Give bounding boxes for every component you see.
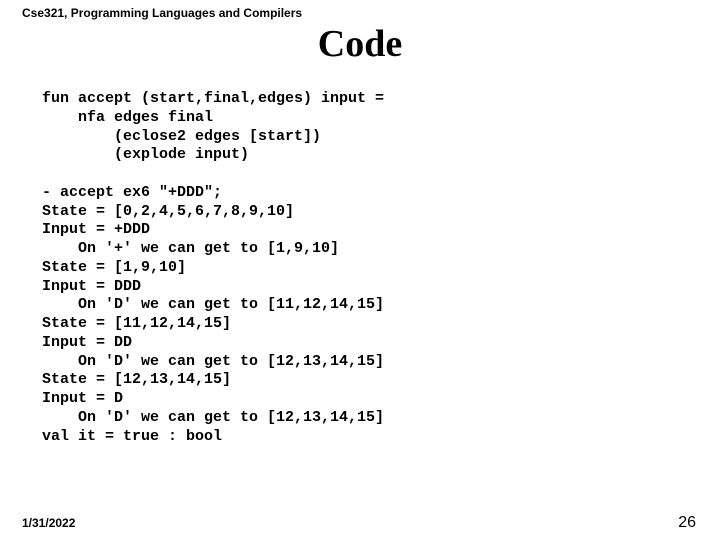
code-line: On 'D' we can get to [12,13,14,15]	[42, 353, 384, 370]
code-line: State = [11,12,14,15]	[42, 315, 231, 332]
code-line: (explode input)	[42, 146, 249, 163]
code-line: (eclose2 edges [start])	[42, 128, 321, 145]
slide-title: Code	[0, 22, 720, 66]
code-line: State = [0,2,4,5,6,7,8,9,10]	[42, 203, 294, 220]
code-line: Input = +DDD	[42, 221, 150, 238]
code-block: fun accept (start,final,edges) input = n…	[42, 90, 700, 446]
code-line: On 'D' we can get to [11,12,14,15]	[42, 296, 384, 313]
code-line: State = [1,9,10]	[42, 259, 186, 276]
course-header: Cse321, Programming Languages and Compil…	[22, 6, 302, 20]
code-line: Input = D	[42, 390, 123, 407]
slide: Cse321, Programming Languages and Compil…	[0, 0, 720, 540]
code-line: fun accept (start,final,edges) input =	[42, 90, 384, 107]
code-line: - accept ex6 "+DDD";	[42, 184, 222, 201]
footer-date: 1/31/2022	[22, 516, 75, 530]
code-line: val it = true : bool	[42, 428, 222, 445]
footer-page-number: 26	[678, 514, 696, 532]
code-line: State = [12,13,14,15]	[42, 371, 231, 388]
code-line: Input = DD	[42, 334, 132, 351]
code-line: On 'D' we can get to [12,13,14,15]	[42, 409, 384, 426]
code-line: nfa edges final	[42, 109, 213, 126]
code-line: Input = DDD	[42, 278, 141, 295]
code-line: On '+' we can get to [1,9,10]	[42, 240, 339, 257]
